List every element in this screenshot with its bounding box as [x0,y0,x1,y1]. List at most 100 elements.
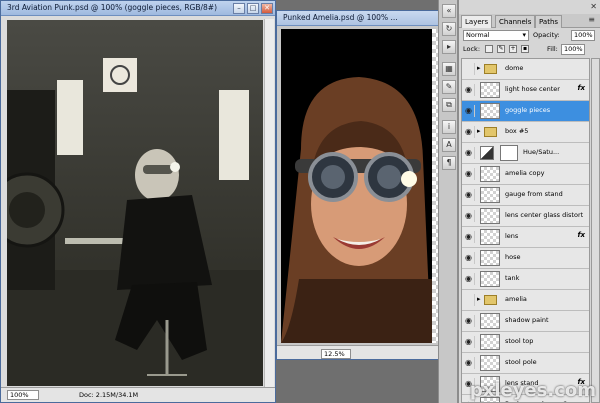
panel-close-icon[interactable]: ✕ [590,2,597,11]
layer-name: tank [505,274,520,282]
clone-source-icon[interactable]: ⧉ [442,98,456,112]
layer-thumbnail[interactable] [480,166,500,182]
layer-row[interactable]: ◉▸ amelia [462,290,589,311]
blend-row: Normal Opacity: 100% [461,30,599,42]
tab-paths[interactable]: Paths [535,15,563,28]
folder-icon [484,295,497,305]
layer-thumbnail[interactable] [480,82,500,98]
layer-thumbnail[interactable] [480,103,500,119]
layer-row[interactable]: ◉ hose [462,248,589,269]
layer-thumbnail[interactable] [480,313,500,329]
zoom-field[interactable]: 12.5% [321,349,351,359]
document-canvas[interactable] [7,20,263,386]
layer-row[interactable]: ◉ light hose center fx [462,80,589,101]
lock-transparency-icon[interactable] [485,45,493,53]
layer-thumbnail[interactable] [480,250,500,266]
history-icon[interactable]: ↻ [442,22,456,36]
eye-icon[interactable]: ◉ [463,147,475,159]
expand-arrow-icon[interactable]: ▸ [477,64,481,72]
eye-icon[interactable]: ◉ [463,252,475,264]
tab-channels[interactable]: Channels [495,15,536,28]
layer-name: Hue/Satu... [523,148,560,156]
layer-row[interactable]: ◉ lens fx [462,227,589,248]
opacity-field[interactable]: 100% [571,30,595,41]
fill-label: Fill: [547,45,558,53]
eye-icon[interactable]: ◉ [463,336,475,348]
swatches-icon[interactable]: ▦ [442,62,456,76]
layer-name: hose [505,253,521,261]
layers-scrollbar[interactable] [591,58,600,403]
layer-thumbnail[interactable] [480,187,500,203]
layer-row[interactable]: ◉ stool top [462,332,589,353]
info-icon[interactable]: i [442,120,456,134]
expand-arrow-icon[interactable]: ▸ [477,295,481,303]
document-window-aviation-punk[interactable]: 3rd Aviation Punk.psd @ 100% (goggle pie… [0,0,276,403]
status-bar: 100% Doc: 2.15M/34.1M [1,387,275,402]
document-titlebar[interactable]: 3rd Aviation Punk.psd @ 100% (goggle pie… [1,1,275,16]
layer-thumbnail[interactable] [480,355,500,371]
lock-all-icon[interactable]: ▪ [521,45,529,53]
watermark: pxleyes.com [469,380,596,401]
layer-name: amelia copy [505,169,545,177]
layer-name: goggle pieces [505,106,551,114]
layer-name: shadow paint [505,316,549,324]
eye-icon[interactable]: ◉ [463,357,475,369]
eye-icon[interactable]: ◉ [463,210,475,222]
fill-field[interactable]: 100% [561,44,585,55]
layer-row[interactable]: ◉ goggle pieces [462,101,589,122]
minimize-button[interactable]: – [233,3,245,14]
layer-row[interactable]: ◉ tank [462,269,589,290]
eye-icon[interactable]: ◉ [463,189,475,201]
lock-position-icon[interactable]: + [509,45,517,53]
document-window-punked-amelia[interactable]: Punked Amelia.psd @ 100% ... 12.5% [276,10,456,360]
actions-icon[interactable]: ▸ [442,40,456,54]
layer-row[interactable]: ◉ lens center glass distort [462,206,589,227]
eye-icon[interactable]: ◉ [463,168,475,180]
eye-icon[interactable]: ◉ [463,63,475,75]
blend-mode-select[interactable]: Normal [463,30,529,41]
window-controls: – □ ✕ [233,3,273,14]
layer-mask-thumbnail[interactable] [500,145,518,161]
tab-layers[interactable]: Layers [461,15,493,28]
layer-row[interactable]: ◉ Hue/Satu... [462,143,589,164]
collapse-arrows-icon[interactable]: « [442,4,456,18]
layer-name: stool pole [505,358,537,366]
layer-thumbnail[interactable] [480,334,500,350]
document-title: 3rd Aviation Punk.psd @ 100% (goggle pie… [7,3,218,12]
document-size-info: Doc: 2.15M/34.1M [79,391,139,399]
eye-icon[interactable]: ◉ [463,315,475,327]
eye-icon[interactable]: ◉ [463,105,475,117]
layer-name: gauge from stand [505,190,563,198]
panel-menu-icon[interactable]: ≡ [588,15,595,24]
layer-row[interactable]: ◉ ▸ box #5 [462,122,589,143]
eye-icon[interactable]: ◉ [463,84,475,96]
layer-thumbnail[interactable] [480,271,500,287]
layer-thumbnail[interactable] [480,208,500,224]
document-titlebar[interactable]: Punked Amelia.psd @ 100% ... [277,11,455,26]
eye-icon[interactable]: ◉ [463,231,475,243]
layer-name: light hose center [505,85,560,93]
layer-name: stool top [505,337,534,345]
document-canvas[interactable] [281,29,432,343]
layers-panel: ✕ Layers Channels Paths ≡ Normal Opacity… [458,0,600,403]
layer-row[interactable]: ◉▸ dome [462,59,589,80]
close-button[interactable]: ✕ [261,3,273,14]
layer-row[interactable]: ◉ shadow paint [462,311,589,332]
vertical-scrollbar[interactable] [264,19,274,387]
eye-icon[interactable]: ◉ [463,294,475,306]
layer-thumbnail[interactable] [480,229,500,245]
layer-row[interactable]: ◉ gauge from stand [462,185,589,206]
layer-row[interactable]: ◉ stool pole [462,353,589,374]
expand-arrow-icon[interactable]: ▸ [477,127,481,135]
zoom-field[interactable]: 100% [7,390,39,400]
brushes-icon[interactable]: ✎ [442,80,456,94]
fx-icon[interactable]: fx [577,231,585,239]
lock-pixels-icon[interactable]: ✎ [497,45,505,53]
character-icon[interactable]: A [442,138,456,152]
eye-icon[interactable]: ◉ [463,273,475,285]
layer-row[interactable]: ◉ amelia copy [462,164,589,185]
eye-icon[interactable]: ◉ [463,126,475,138]
paragraph-icon[interactable]: ¶ [442,156,456,170]
maximize-button[interactable]: □ [247,3,259,14]
fx-icon[interactable]: fx [577,84,585,92]
